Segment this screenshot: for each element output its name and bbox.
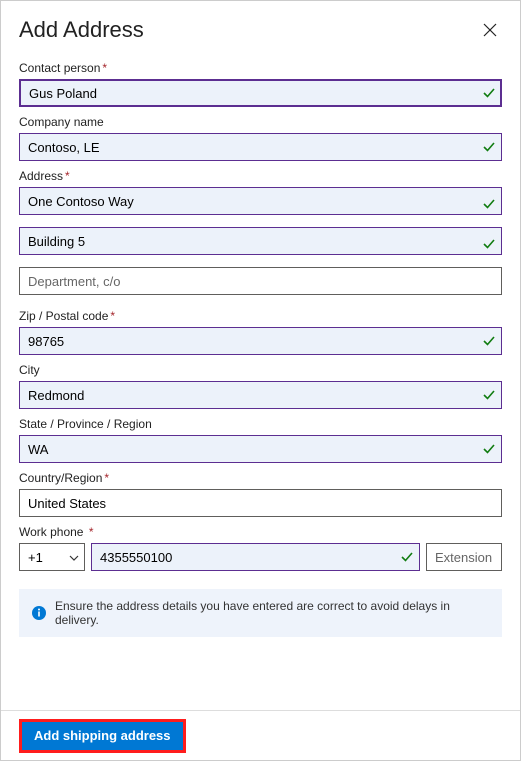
input-address-line2[interactable] bbox=[19, 227, 502, 255]
field-country: Country/Region* bbox=[19, 471, 502, 517]
close-icon bbox=[483, 23, 497, 37]
label-contact-person: Contact person* bbox=[19, 61, 502, 75]
field-company-name: Company name bbox=[19, 115, 502, 161]
label-work-phone: Work phone * bbox=[19, 525, 502, 539]
label-company-name: Company name bbox=[19, 115, 502, 129]
label-address: Address* bbox=[19, 169, 502, 183]
panel-title: Add Address bbox=[19, 17, 144, 43]
info-text: Ensure the address details you have ente… bbox=[55, 599, 490, 627]
info-message: Ensure the address details you have ente… bbox=[19, 589, 502, 637]
add-shipping-address-button[interactable]: Add shipping address bbox=[19, 719, 186, 753]
input-zip[interactable] bbox=[19, 327, 502, 355]
label-state: State / Province / Region bbox=[19, 417, 502, 431]
field-city: City bbox=[19, 363, 502, 409]
field-contact-person: Contact person* bbox=[19, 61, 502, 107]
panel-footer: Add shipping address bbox=[1, 710, 520, 760]
close-button[interactable] bbox=[478, 18, 502, 42]
input-contact-person[interactable] bbox=[19, 79, 502, 107]
label-zip: Zip / Postal code* bbox=[19, 309, 502, 323]
input-address-line1[interactable] bbox=[19, 187, 502, 215]
input-address-line3[interactable] bbox=[19, 267, 502, 295]
input-phone-number[interactable] bbox=[91, 543, 420, 571]
info-icon bbox=[31, 605, 47, 621]
field-zip: Zip / Postal code* bbox=[19, 309, 502, 355]
panel-header: Add Address bbox=[19, 17, 502, 43]
input-phone-extension[interactable] bbox=[426, 543, 502, 571]
field-address: Address* bbox=[19, 169, 502, 301]
select-country-code[interactable] bbox=[19, 543, 85, 571]
label-country: Country/Region* bbox=[19, 471, 502, 485]
input-state[interactable] bbox=[19, 435, 502, 463]
label-city: City bbox=[19, 363, 502, 377]
field-state: State / Province / Region bbox=[19, 417, 502, 463]
add-address-panel: Add Address Contact person* Company name… bbox=[0, 0, 521, 761]
input-city[interactable] bbox=[19, 381, 502, 409]
input-country[interactable] bbox=[19, 489, 502, 517]
input-company-name[interactable] bbox=[19, 133, 502, 161]
field-work-phone: Work phone * bbox=[19, 525, 502, 571]
